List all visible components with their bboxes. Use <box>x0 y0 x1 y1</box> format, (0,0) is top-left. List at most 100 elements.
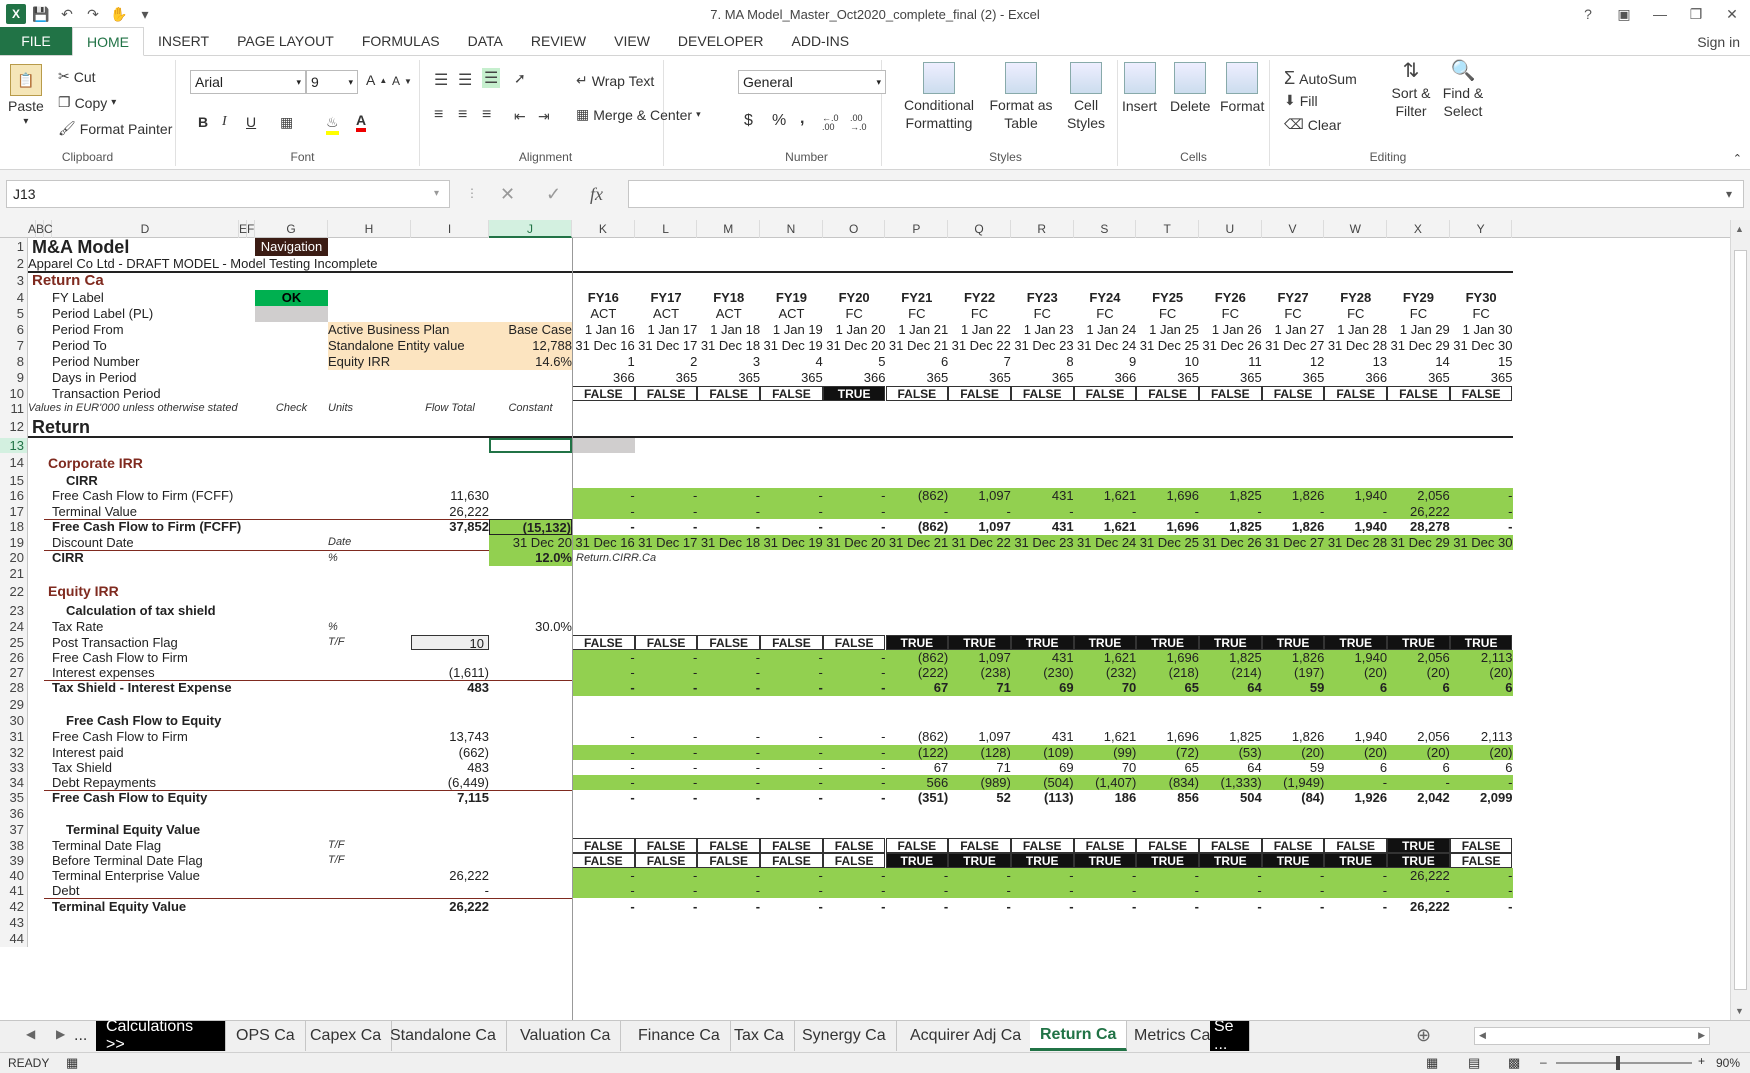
flag-cell[interactable]: TRUE <box>948 635 1011 650</box>
period-cell[interactable]: - <box>1450 898 1512 915</box>
tax-rate-value[interactable]: 30.0% <box>489 619 572 635</box>
period-cell[interactable]: (862) <box>886 488 948 504</box>
period-cell[interactable]: 31 Dec 30 <box>1450 535 1512 550</box>
equity-irr-label[interactable]: Equity IRR <box>328 354 489 370</box>
section-terminal-equity-value[interactable]: Terminal Equity Value <box>66 822 306 838</box>
flag-cell[interactable]: FALSE <box>885 838 949 853</box>
row-header[interactable]: 25 <box>0 635 28 650</box>
fcfe-tax-shield-total[interactable]: 483 <box>411 760 489 775</box>
flag-cell[interactable]: FALSE <box>634 635 698 650</box>
flag-cell[interactable]: FALSE <box>1387 386 1450 401</box>
flag-cell[interactable]: FALSE <box>1136 386 1199 401</box>
constant-header[interactable]: Constant <box>489 401 572 416</box>
period-cell[interactable]: FC <box>823 306 886 322</box>
flag-cell[interactable]: TRUE <box>1073 635 1137 650</box>
flag-cell[interactable]: FALSE <box>1136 838 1199 853</box>
period-cell[interactable]: (197) <box>1262 665 1324 680</box>
period-cell[interactable]: 10 <box>1136 354 1199 370</box>
period-cell[interactable]: - <box>823 883 885 898</box>
conditional-formatting-button[interactable]: Conditional Formatting <box>898 62 980 132</box>
period-cell[interactable]: 31 Dec 29 <box>1387 338 1450 354</box>
period-cell[interactable]: (99) <box>1074 745 1136 760</box>
wrap-text-button[interactable]: ↵ Wrap Text <box>576 72 654 89</box>
find-select-button[interactable]: 🔍 Find & Select <box>1438 61 1488 120</box>
period-cell[interactable]: 1 Jan 27 <box>1262 322 1325 338</box>
tax-shield-interest-total[interactable]: 483 <box>411 680 489 696</box>
sign-in-link[interactable]: Sign in <box>1697 34 1750 50</box>
period-cell[interactable]: - <box>760 898 822 915</box>
flag-cell[interactable]: FALSE <box>1449 853 1513 868</box>
period-cell[interactable]: 1,621 <box>1074 650 1137 665</box>
period-cell[interactable]: - <box>1324 504 1387 519</box>
period-cell[interactable]: 1 Jan 20 <box>823 322 886 338</box>
period-cell[interactable]: - <box>697 665 760 680</box>
period-cell[interactable]: 186 <box>1074 790 1137 806</box>
before-terminal-flag-label[interactable]: Before Terminal Date Flag <box>52 853 302 868</box>
formula-bar-options-icon[interactable]: ⋮ <box>466 186 478 200</box>
period-cell[interactable]: - <box>572 898 634 915</box>
flag-cell[interactable]: TRUE <box>822 386 886 401</box>
period-cell[interactable]: - <box>823 868 885 883</box>
period-cell[interactable]: 71 <box>948 680 1010 696</box>
column-header-r[interactable]: R <box>1011 220 1074 238</box>
flag-cell[interactable]: TRUE <box>948 853 1011 868</box>
period-cell[interactable]: - <box>635 898 697 915</box>
period-cell[interactable]: - <box>697 790 760 806</box>
period-cell[interactable]: FY17 <box>635 290 698 306</box>
row-header[interactable]: 29 <box>0 696 28 713</box>
row-header[interactable]: 10 <box>0 386 28 401</box>
period-cell[interactable]: - <box>1324 868 1387 883</box>
period-cell[interactable]: 67 <box>886 760 948 775</box>
post-transaction-flag-unit[interactable]: T/F <box>328 635 411 650</box>
sheet-tab-standalone-ca[interactable]: Standalone Ca <box>380 1021 507 1051</box>
period-cell[interactable]: - <box>572 883 634 898</box>
flag-cell[interactable]: FALSE <box>822 635 886 650</box>
page-break-view-icon[interactable]: ▩ <box>1508 1055 1520 1071</box>
period-cell[interactable]: (20) <box>1324 745 1387 760</box>
flag-cell[interactable]: TRUE <box>1073 853 1137 868</box>
section-corporate-irr[interactable]: Corporate IRR <box>48 453 248 473</box>
period-cell[interactable]: - <box>823 650 885 665</box>
period-cell[interactable]: - <box>1199 883 1261 898</box>
period-cell[interactable]: - <box>760 883 822 898</box>
period-cell[interactable]: 1 <box>572 354 634 370</box>
shrink-font-button[interactable]: A ▼ <box>392 74 412 88</box>
period-cell[interactable]: (222) <box>886 665 948 680</box>
fcff-sum-constant[interactable]: (15,132) <box>489 519 572 535</box>
new-sheet-icon[interactable]: ⊕ <box>1416 1025 1431 1046</box>
active-bp-value[interactable]: Base Case <box>489 322 572 338</box>
period-cell[interactable]: 31 Dec 16 <box>572 535 634 550</box>
terminal-value-label[interactable]: Terminal Value <box>52 504 302 519</box>
period-cell[interactable]: 366 <box>823 370 886 386</box>
comma-button[interactable]: , <box>800 110 804 128</box>
cell-k13[interactable] <box>572 438 635 453</box>
row-header[interactable]: 28 <box>0 680 28 696</box>
period-cell[interactable]: 31 Dec 20 <box>823 535 885 550</box>
terminal-enterprise-value-label[interactable]: Terminal Enterprise Value <box>52 868 302 883</box>
flag-cell[interactable]: FALSE <box>760 838 823 853</box>
period-cell[interactable]: (862) <box>886 519 948 535</box>
vertical-scrollbar[interactable]: ▲ ▼ <box>1730 220 1750 1020</box>
period-cell[interactable]: 366 <box>1074 370 1137 386</box>
period-cell[interactable]: 64 <box>1199 760 1261 775</box>
period-cell[interactable]: 31 Dec 22 <box>948 535 1011 550</box>
fcfe-fcf-total[interactable]: 13,743 <box>411 729 489 745</box>
period-cell[interactable]: 31 Dec 25 <box>1136 338 1199 354</box>
period-cell[interactable]: 31 Dec 26 <box>1199 535 1261 550</box>
fcff-sum-label[interactable]: Free Cash Flow to Firm (FCFF) <box>52 519 302 535</box>
period-cell[interactable]: - <box>1136 868 1199 883</box>
period-cell[interactable]: - <box>572 680 634 696</box>
tab-file[interactable]: FILE <box>0 27 72 55</box>
row-header[interactable]: 13 <box>0 438 28 453</box>
sheet-tab-valuation-ca[interactable]: Valuation Ca <box>510 1021 622 1051</box>
row-header[interactable]: 32 <box>0 745 28 760</box>
period-cell[interactable]: 566 <box>886 775 948 790</box>
row-header[interactable]: 4 <box>0 290 28 306</box>
font-color-button[interactable]: A <box>356 112 367 132</box>
period-cell[interactable]: 59 <box>1262 760 1324 775</box>
period-cell[interactable]: 366 <box>1324 370 1387 386</box>
format-as-table-button[interactable]: Format as Table <box>986 62 1056 132</box>
period-cell[interactable]: 31 Dec 30 <box>1450 338 1512 354</box>
standalone-value[interactable]: 12,788 <box>489 338 572 354</box>
period-cell[interactable]: 365 <box>1262 370 1325 386</box>
